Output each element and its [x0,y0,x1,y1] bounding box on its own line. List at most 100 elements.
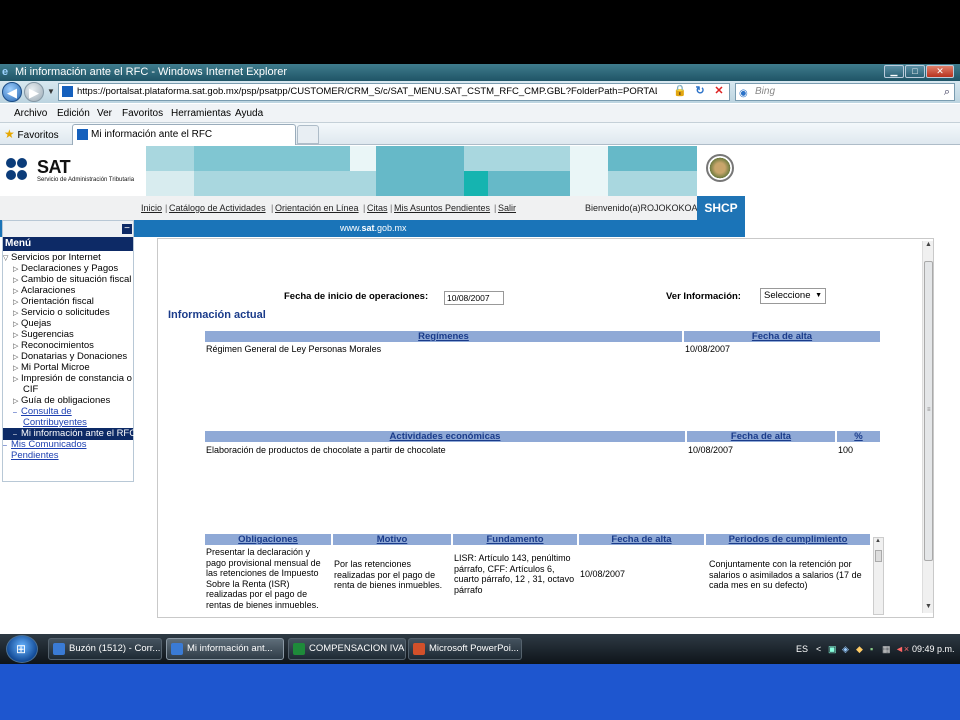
page-icon [77,129,88,140]
window-titlebar: e Mi información ante el RFC - Windows I… [0,64,960,81]
refresh-button[interactable]: ↻ [692,83,708,99]
tray-expand-icon[interactable]: < [816,634,821,664]
tray-shield-icon[interactable]: ◆ [856,634,863,664]
favorites-button[interactable]: ★ Favoritos [4,126,59,142]
main-scrollbar[interactable]: ▲ ≡ ▼ [922,241,933,613]
volume-icon[interactable]: ◄× [895,634,909,664]
horizontal-scroll-area [0,622,945,634]
scroll-down-icon[interactable]: ▼ [923,603,934,613]
shcp-logo: SHCP [697,196,745,220]
star-icon: ★ [4,127,15,141]
header-porcentaje[interactable]: % [837,431,880,442]
minimize-button[interactable]: ▁ [884,65,904,78]
sat-logo-mark [6,158,36,182]
main-frame: Fecha de inicio de operaciones: 10/08/20… [157,238,934,618]
motivo-cell: Por las retenciones realizadas por el pa… [334,559,443,590]
fundamento-cell: LISR: Artículo 143, penúltimo párrafo, C… [454,553,575,595]
menu-favoritos[interactable]: Favoritos [122,104,163,123]
header-mosaic [146,146,697,196]
sat-logo-subtitle: Servicio de Administración Tributaria [37,177,135,183]
clock[interactable]: 09:49 p.m. [912,634,955,664]
obligacion-fecha-cell: 10/08/2007 [580,569,626,579]
ver-informacion-label: Ver Información: [666,291,741,302]
search-icon[interactable]: ⌕ [944,84,950,100]
header-obligacion-fecha[interactable]: Fecha de alta [579,534,704,545]
favorites-bar: ★ Favoritos Mi información ante el RFC [0,123,960,145]
header-actividad-fecha[interactable]: Fecha de alta [687,431,835,442]
ver-select-value: Seleccione [764,290,811,301]
maximize-button[interactable]: □ [905,65,925,78]
periodos-cell: Conjuntamente con la retención por salar… [709,559,862,590]
tab-mi-informacion[interactable]: Mi información ante el RFC [72,124,296,145]
nav-asuntos[interactable]: Mis Asuntos Pendientes [394,196,490,220]
windows-icon: ⊞ [16,642,27,656]
scroll-up-icon[interactable]: ▲ [923,241,934,251]
system-tray: ES < ▣ ◈ ◆ ▪ ▦ ◄× 09:49 p.m. [792,634,960,664]
address-bar[interactable]: https://portalsat.plataforma.sat.gob.mx/… [58,83,730,101]
header-periodos[interactable]: Periodos de cumplimiento [706,534,870,545]
collapse-button[interactable]: − [122,224,132,234]
start-button[interactable]: ⊞ [6,635,38,663]
header-fundamento[interactable]: Fundamento [453,534,577,545]
menu-header: Menú [3,237,133,251]
left-menu-panel: − Menú ▽ Servicios por Internet ▷ Declarac… [2,220,136,482]
bottom-blue-band [0,664,960,720]
ie-icon [171,643,183,655]
lock-icon[interactable]: 🔒 [672,83,688,99]
sat-logo[interactable]: SAT Servicio de Administración Tributari… [6,152,146,188]
ie-icon: e [2,66,9,78]
favorites-label: Favoritos [17,130,59,141]
taskbar: ⊞ Buzón (1512) - Corr... Mi información … [0,634,960,664]
nav-catalogo[interactable]: Catálogo de Actividades [169,196,266,220]
powerpoint-icon [413,643,425,655]
site-url: www.sat.gob.mx [340,223,407,233]
menu-archivo[interactable]: Archivo [14,104,47,123]
taskbar-item-compensacion[interactable]: COMPENSACION IVA [288,638,406,660]
tray-device-icon[interactable]: ▪ [870,634,873,664]
language-indicator[interactable]: ES [796,634,808,664]
menu-herramientas[interactable]: Herramientas [171,104,231,123]
tray-app-icon[interactable]: ◈ [842,634,849,664]
nav-salir[interactable]: Salir [498,196,516,220]
stop-button[interactable]: ✕ [711,83,727,99]
actividad-porcentaje-cell: 100 [838,445,854,455]
back-button[interactable]: ◀ [2,82,22,102]
close-button[interactable]: ✕ [926,65,954,78]
header-regimenes[interactable]: Regímenes [205,331,682,342]
ver-informacion-select[interactable]: Seleccione ▼ [760,288,826,304]
sat-header: SAT Servicio de Administración Tributari… [0,146,745,196]
header-obligaciones[interactable]: Obligaciones [205,534,331,545]
section-title: Información actual [168,309,266,321]
header-motivo[interactable]: Motivo [333,534,451,545]
menu-bar: Archivo Edición Ver Favoritos Herramient… [0,104,960,123]
coat-of-arms-icon [697,148,743,196]
scroll-thumb[interactable]: ≡ [924,261,933,561]
obligaciones-scrollbar[interactable]: ▲ [873,537,884,615]
history-dropdown-icon[interactable]: ▼ [47,87,55,96]
search-input[interactable]: ◉ Bing ⌕ [735,83,955,101]
menu-ayuda[interactable]: Ayuda [235,104,263,123]
nav-orientacion[interactable]: Orientación en Línea [275,196,359,220]
header-fecha-alta[interactable]: Fecha de alta [684,331,880,342]
menu-ver[interactable]: Ver [97,104,112,123]
fecha-input[interactable]: 10/08/2007 [444,291,504,305]
taskbar-item-mi-informacion[interactable]: Mi información ant... [166,638,284,660]
menu-item-comunicados-cont[interactable]: Pendientes [3,450,133,461]
network-icon[interactable]: ▣ [828,634,837,664]
menu-item-impresion-cont[interactable]: CIF [3,384,133,395]
window-title: Mi información ante el RFC - Windows Int… [15,66,288,78]
sat-logo-text: SAT [37,157,71,177]
taskbar-item-buzon[interactable]: Buzón (1512) - Corr... [48,638,162,660]
nav-inicio[interactable]: Inicio [141,196,162,220]
menu-item-consulta-cont[interactable]: Contribuyentes [3,417,133,428]
nav-citas[interactable]: Citas [367,196,388,220]
address-url: https://portalsat.plataforma.sat.gob.mx/… [77,86,657,97]
tray-network-icon[interactable]: ▦ [882,634,891,664]
forward-button[interactable]: ▶ [24,82,44,102]
sat-nav-bar: Inicio | Catálogo de Actividades | Orien… [0,196,745,220]
menu-edicion[interactable]: Edición [57,104,90,123]
taskbar-item-powerpoint[interactable]: Microsoft PowerPoi... [408,638,522,660]
chevron-down-icon: ▼ [815,292,822,299]
header-actividades[interactable]: Actividades económicas [205,431,685,442]
new-tab-button[interactable] [297,125,319,144]
